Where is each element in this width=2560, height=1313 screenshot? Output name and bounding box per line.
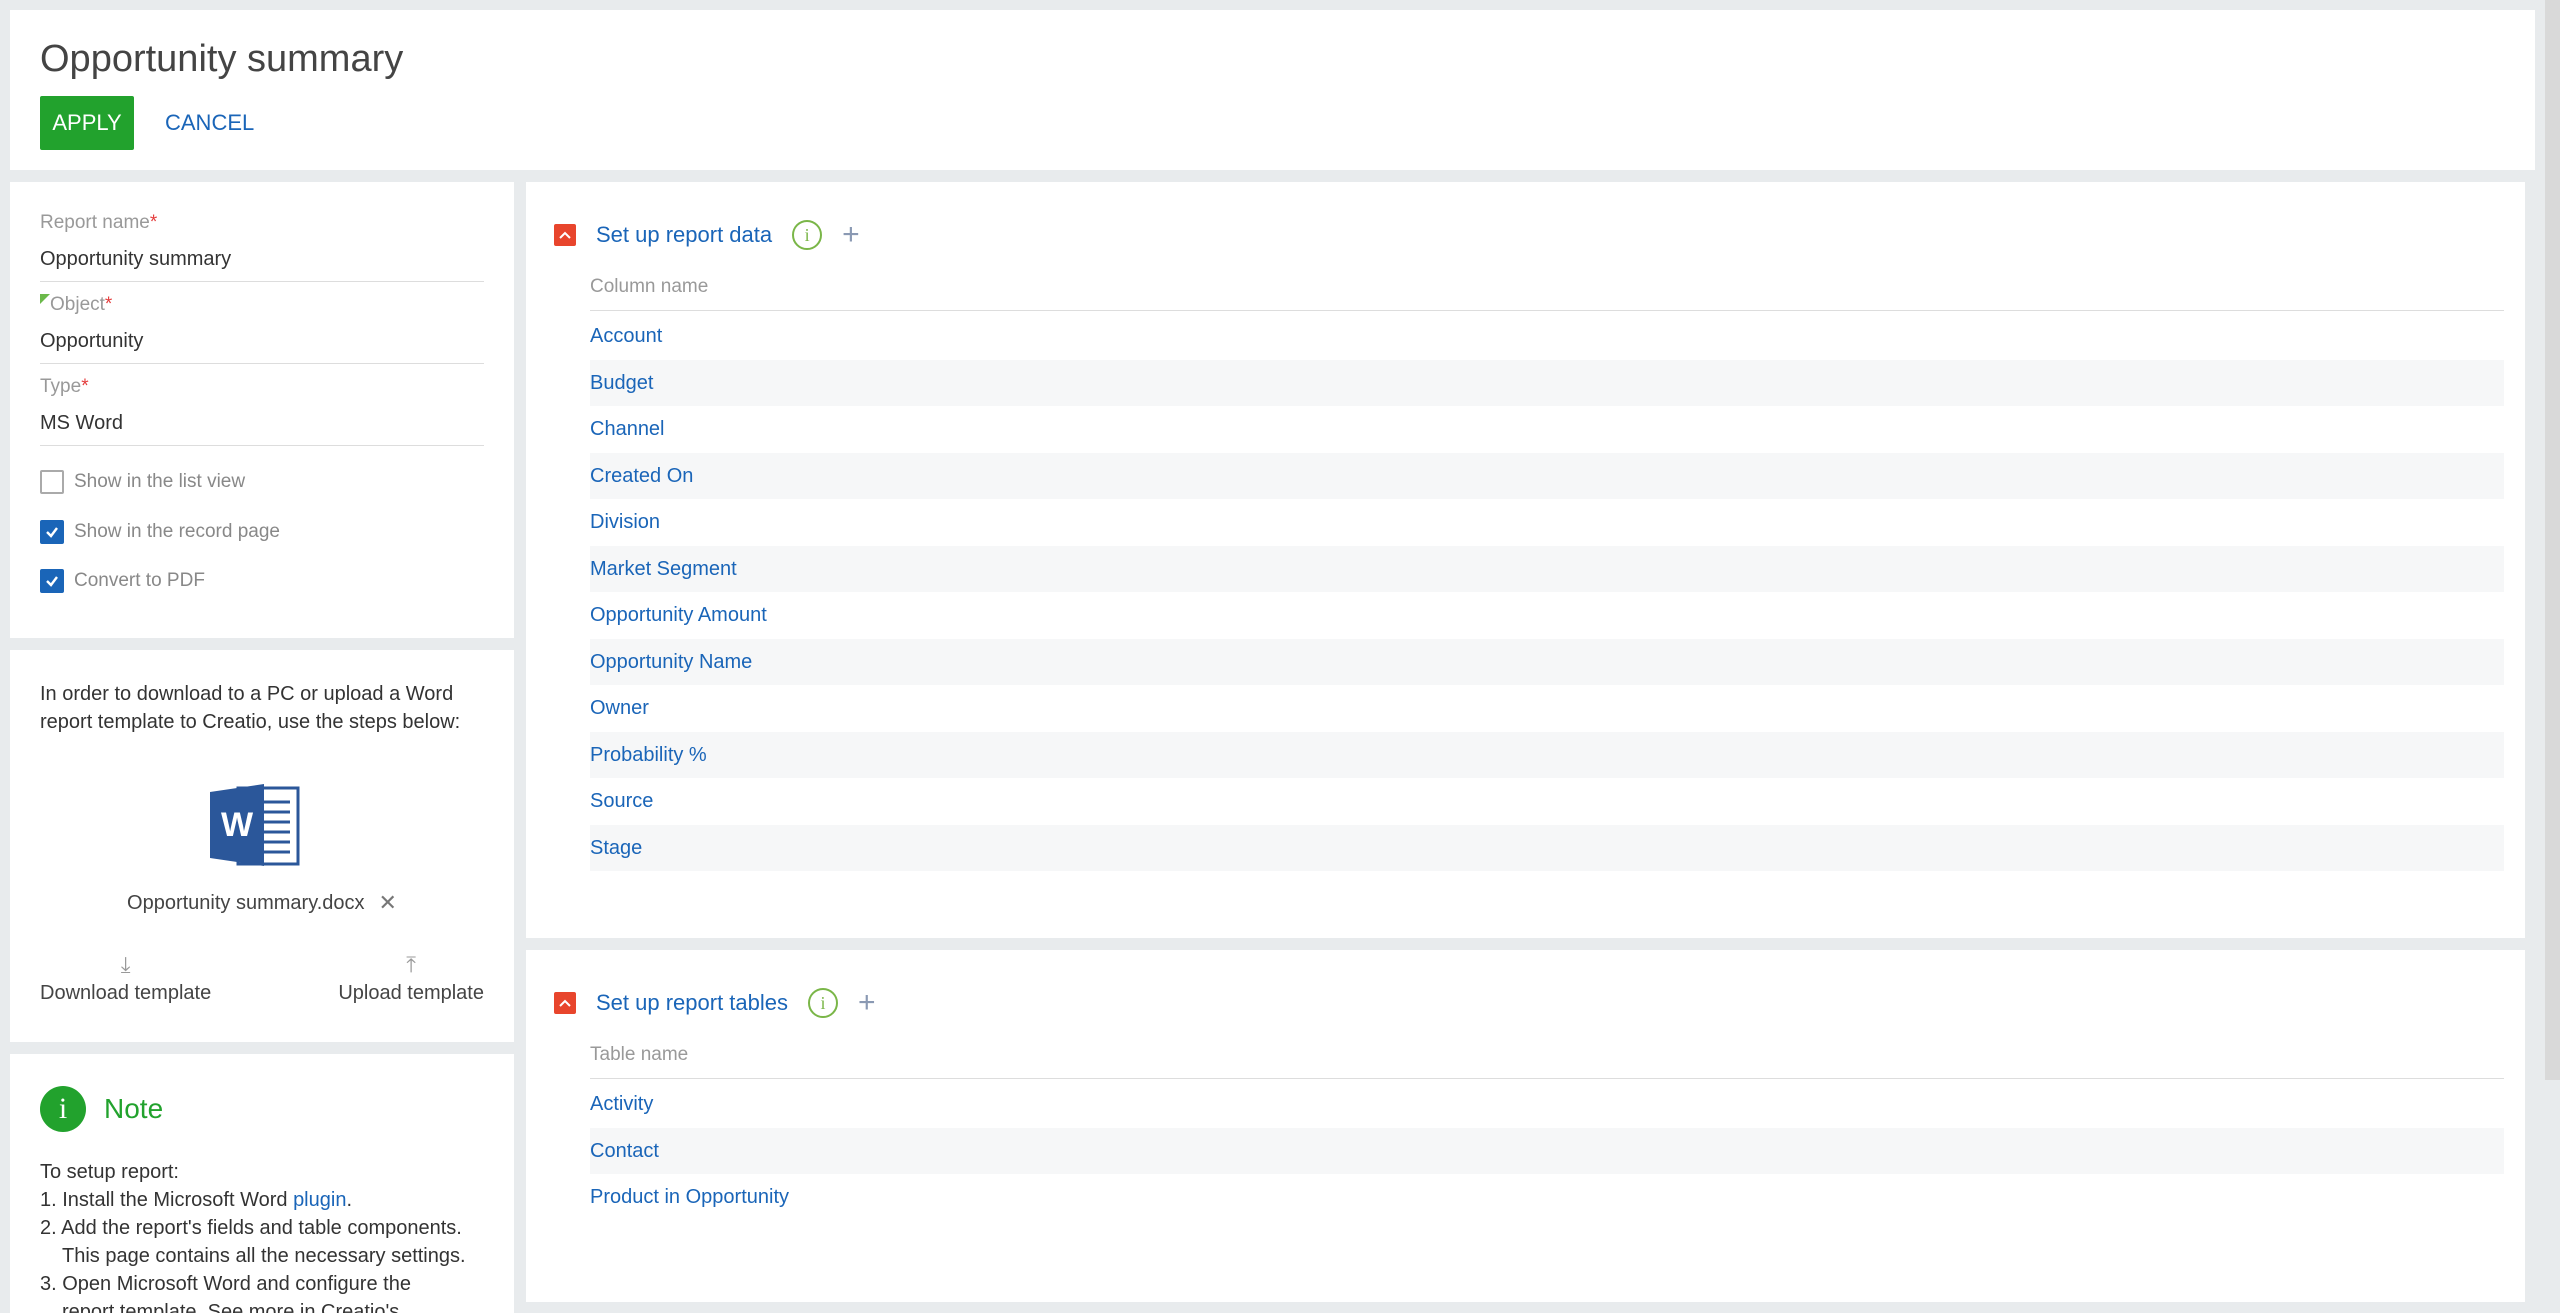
apply-button[interactable]: APPLY bbox=[40, 96, 134, 150]
table-row[interactable]: Stage bbox=[590, 824, 2504, 871]
table-row[interactable]: Opportunity Amount bbox=[590, 592, 2504, 639]
note-step-1: 1. Install the Microsoft Word plugin. bbox=[40, 1189, 353, 1211]
table-row[interactable]: Created On bbox=[590, 452, 2504, 499]
download-template-label: Download template bbox=[40, 982, 212, 1004]
note-intro: To setup report: bbox=[40, 1161, 179, 1183]
template-file: Opportunity summary.docx ✕ bbox=[10, 890, 514, 916]
svg-text:W: W bbox=[221, 806, 254, 844]
object-field[interactable]: Object* Opportunity bbox=[40, 294, 484, 364]
report-settings-card: Report name* Opportunity summary Object*… bbox=[10, 182, 514, 638]
checkbox-label: Show in the record page bbox=[74, 521, 280, 542]
object-input[interactable]: Opportunity bbox=[40, 330, 484, 364]
template-card: In order to download to a PC or upload a… bbox=[10, 650, 514, 1042]
report-tables-title[interactable]: Set up report tables bbox=[596, 990, 788, 1016]
convert-to-pdf-checkbox[interactable]: Convert to PDF bbox=[40, 569, 205, 593]
cancel-button[interactable]: CANCEL bbox=[155, 96, 264, 150]
table-row[interactable]: Probability % bbox=[590, 731, 2504, 778]
table-row[interactable]: Budget bbox=[590, 359, 2504, 406]
show-in-list-view-checkbox[interactable]: Show in the list view bbox=[40, 470, 245, 494]
checkbox-box[interactable] bbox=[40, 520, 64, 544]
page-scrollbar[interactable] bbox=[2545, 0, 2560, 1080]
check-icon bbox=[46, 527, 58, 538]
object-label: Object bbox=[50, 294, 105, 315]
table-row[interactable]: Opportunity Name bbox=[590, 638, 2504, 685]
collapse-icon[interactable] bbox=[554, 992, 576, 1014]
note-card: i Note To setup report: 1. Install the M… bbox=[10, 1054, 514, 1313]
note-step-2-cont: This page contains all the necessary set… bbox=[62, 1245, 466, 1267]
checkbox-label: Convert to PDF bbox=[74, 570, 205, 591]
page-title: Opportunity summary bbox=[40, 38, 404, 80]
note-step-2: 2. Add the report's fields and table com… bbox=[40, 1217, 462, 1239]
note-step-3-cont: report template. See more in Creatio's bbox=[62, 1301, 400, 1313]
report-tables-header: Set up report tables i + bbox=[554, 988, 876, 1018]
report-data-section: Set up report data i + Column name Accou… bbox=[526, 182, 2525, 938]
report-tables-list: Activity Contact Product in Opportunity bbox=[590, 1081, 2504, 1221]
report-name-input[interactable]: Opportunity summary bbox=[40, 248, 484, 282]
upload-template-label: Upload template bbox=[338, 982, 484, 1004]
table-row[interactable]: Source bbox=[590, 778, 2504, 825]
report-data-title[interactable]: Set up report data bbox=[596, 222, 772, 248]
table-row[interactable]: Market Segment bbox=[590, 545, 2504, 592]
required-mark: * bbox=[104, 294, 113, 315]
type-select[interactable]: MS Word bbox=[40, 412, 484, 446]
table-row[interactable]: Account bbox=[590, 313, 2504, 360]
table-row[interactable]: Channel bbox=[590, 406, 2504, 453]
plugin-link[interactable]: plugin bbox=[293, 1189, 346, 1211]
download-arrow-icon: ⤓ bbox=[120, 952, 131, 977]
report-name-field[interactable]: Report name* Opportunity summary bbox=[40, 212, 484, 282]
show-in-record-page-checkbox[interactable]: Show in the record page bbox=[40, 520, 280, 544]
note-header: i Note bbox=[40, 1086, 163, 1132]
report-data-header: Set up report data i + bbox=[554, 220, 860, 250]
report-name-label: Report name bbox=[40, 212, 150, 233]
check-icon bbox=[46, 576, 58, 587]
template-file-name: Opportunity summary.docx bbox=[127, 891, 365, 914]
table-name-header: Table name bbox=[590, 1044, 2504, 1079]
word-document-icon: W bbox=[210, 784, 300, 866]
checkbox-label: Show in the list view bbox=[74, 471, 246, 492]
type-field[interactable]: Type* MS Word bbox=[40, 376, 484, 446]
report-tables-section: Set up report tables i + Table name Acti… bbox=[526, 950, 2525, 1302]
info-icon[interactable]: i bbox=[792, 220, 823, 250]
upload-arrow-icon: ⤒ bbox=[406, 952, 417, 977]
required-mark: * bbox=[149, 212, 158, 233]
table-row[interactable]: Activity bbox=[590, 1081, 2504, 1128]
note-body: To setup report: 1. Install the Microsof… bbox=[40, 1158, 500, 1313]
table-row[interactable]: Product in Opportunity bbox=[590, 1174, 2504, 1221]
report-columns-list: Account Budget Channel Created On Divisi… bbox=[590, 313, 2504, 871]
template-instructions: In order to download to a PC or upload a… bbox=[40, 683, 461, 733]
table-row[interactable]: Division bbox=[590, 499, 2504, 546]
type-label: Type bbox=[40, 376, 82, 397]
table-row[interactable]: Owner bbox=[590, 685, 2504, 732]
add-table-icon[interactable]: + bbox=[858, 988, 876, 1018]
info-icon[interactable]: i bbox=[808, 988, 839, 1018]
checkbox-box[interactable] bbox=[40, 470, 64, 494]
note-title: Note bbox=[104, 1093, 164, 1124]
collapse-icon[interactable] bbox=[554, 224, 576, 246]
close-icon[interactable]: ✕ bbox=[379, 890, 397, 916]
download-template-button[interactable]: ⤓ Download template bbox=[40, 952, 211, 1005]
required-mark: * bbox=[81, 376, 89, 397]
page-header: Opportunity summary APPLY CANCEL bbox=[10, 10, 2535, 170]
add-column-icon[interactable]: + bbox=[842, 220, 860, 250]
checkbox-box[interactable] bbox=[40, 569, 64, 593]
info-icon: i bbox=[40, 1086, 86, 1132]
column-name-header: Column name bbox=[590, 276, 2504, 311]
table-row[interactable]: Contact bbox=[590, 1127, 2504, 1174]
note-step-3: 3. Open Microsoft Word and configure the bbox=[40, 1273, 411, 1295]
upload-template-button[interactable]: ⤒ Upload template bbox=[338, 952, 484, 1005]
